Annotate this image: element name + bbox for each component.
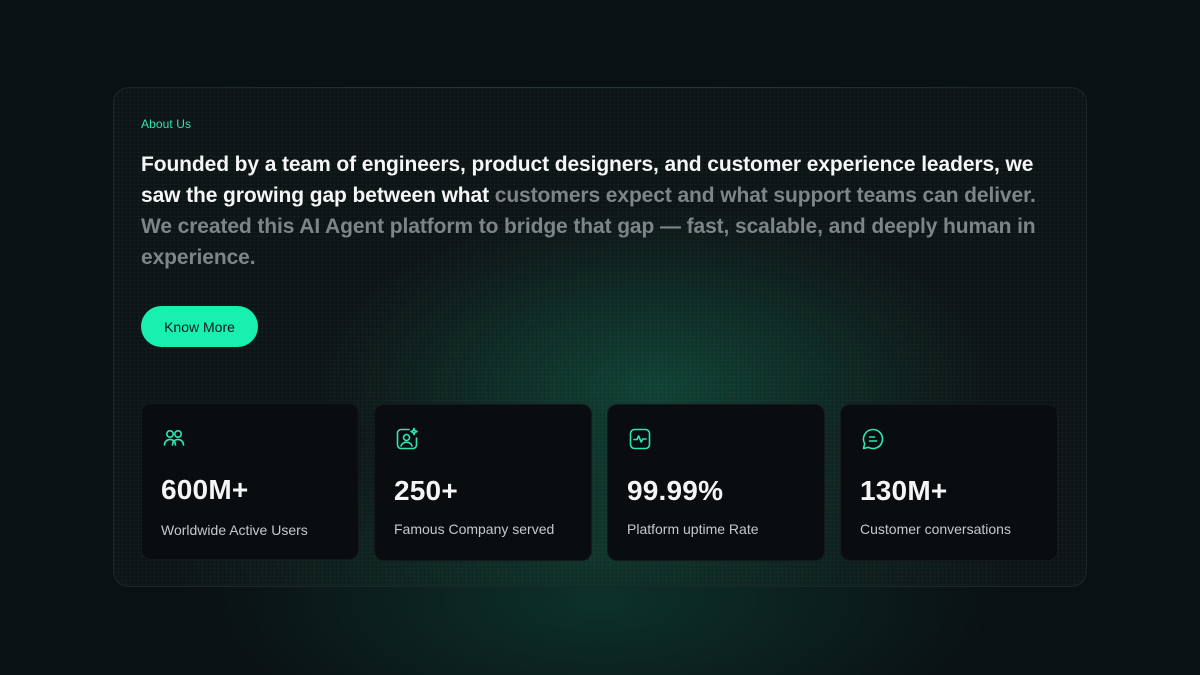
stat-label: Famous Company served xyxy=(394,521,555,537)
section-eyebrow: About Us xyxy=(141,117,192,131)
stat-value: 130M+ xyxy=(860,475,948,506)
stat-value: 99.99% xyxy=(627,475,724,506)
stat-card-conversations: 130M+ Customer conversations xyxy=(840,404,1058,561)
stat-card-users: 600M+ Worldwide Active Users xyxy=(141,403,359,560)
stat-label: Customer conversations xyxy=(860,521,1011,537)
stat-value: 250+ xyxy=(394,475,458,506)
users-icon xyxy=(161,425,187,451)
activity-icon xyxy=(627,426,653,452)
stat-label: Platform uptime Rate xyxy=(627,521,759,537)
stat-card-uptime: 99.99% Platform uptime Rate xyxy=(607,404,825,561)
stat-value: 600M+ xyxy=(161,474,249,505)
about-us-card: About Us Founded by a team of engineers,… xyxy=(113,87,1087,587)
about-description: Founded by a team of engineers, product … xyxy=(141,149,1071,273)
user-sparkle-icon xyxy=(394,426,420,452)
chat-icon xyxy=(860,426,886,452)
stat-label: Worldwide Active Users xyxy=(161,522,308,538)
know-more-button[interactable]: Know More xyxy=(141,306,258,347)
stat-card-companies: 250+ Famous Company served xyxy=(374,404,592,561)
